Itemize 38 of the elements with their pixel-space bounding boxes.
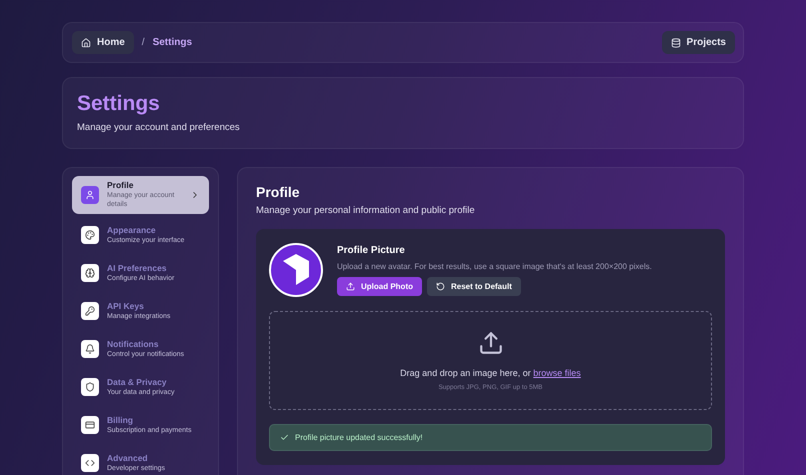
sidebar-item-title: Billing (107, 414, 134, 425)
reset-icon (436, 282, 445, 291)
sidebar-item-title: Notifications (107, 338, 160, 349)
sidebar-item-title: Profile (107, 180, 134, 190)
home-button[interactable]: Home (72, 31, 134, 54)
upload-icon (478, 330, 504, 356)
breadcrumb-current: Settings (152, 37, 192, 48)
home-icon (81, 38, 91, 48)
card-icon (81, 416, 99, 434)
shield-icon (81, 378, 99, 396)
page-title: Settings (77, 92, 161, 116)
database-icon (670, 38, 681, 48)
sidebar-item-title: Data & Privacy (107, 376, 168, 387)
user-icon (81, 186, 99, 204)
palette-icon (81, 226, 99, 244)
avatar-cube-icon (269, 243, 323, 297)
projects-button[interactable]: Projects (662, 31, 735, 54)
sidebar-item-title: Appearance (107, 224, 157, 235)
code-icon (81, 454, 99, 472)
brain-icon (81, 264, 99, 282)
picture-title: Profile Picture (337, 245, 406, 256)
section-subtitle: Manage your personal information and public profile (256, 205, 476, 216)
success-text: Profile picture updated successfully! (295, 433, 423, 442)
section-title: Profile (256, 184, 301, 200)
upload-photo-button[interactable]: Upload Photo (337, 277, 422, 296)
upload-icon (346, 282, 355, 291)
reset-button[interactable]: Reset to Default (427, 277, 521, 296)
sidebar-item-title: API Keys (107, 300, 145, 311)
picture-description: Upload a new avatar. For best results, use a square image that's at least 200×200 pixels. (337, 262, 652, 271)
browse-files-link[interactable]: browse files (533, 368, 581, 378)
key-icon (81, 302, 99, 320)
sidebar-item-title: Advanced (107, 452, 149, 463)
bell-icon (81, 340, 99, 358)
drop-text: Drag and drop an image here, or browse files (400, 368, 581, 378)
sidebar-item-title: AI Preferences (107, 262, 168, 273)
page-subtitle: Manage your account and preferences (77, 122, 241, 133)
check-icon (280, 433, 289, 442)
breadcrumb-separator: / (142, 37, 145, 48)
